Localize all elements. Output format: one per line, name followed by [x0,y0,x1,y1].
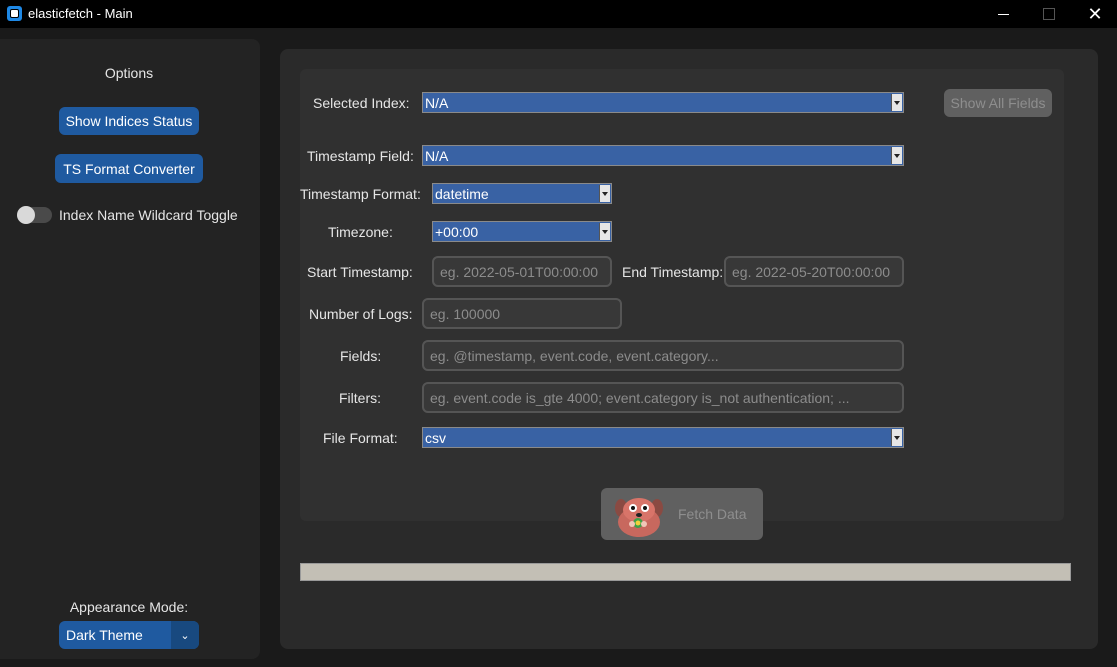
file-format-value: csv [425,430,446,446]
ts-format-converter-button[interactable]: TS Format Converter [55,154,203,183]
toggle-knob [17,206,35,224]
appearance-mode-label: Appearance Mode: [69,599,189,615]
start-timestamp-label: Start Timestamp: [307,264,413,280]
dog-mascot-icon [615,498,663,537]
fields-input[interactable]: eg. @timestamp, event.code, event.catego… [422,340,904,371]
sidebar: Options Show Indices Status TS Format Co… [0,39,260,659]
filters-input[interactable]: eg. event.code is_gte 4000; event.catego… [422,382,904,413]
number-of-logs-label: Number of Logs: [309,306,413,322]
end-timestamp-label: End Timestamp: [622,264,724,280]
dropdown-arrow-icon[interactable] [599,185,610,202]
timezone-select[interactable]: +00:00 [432,221,612,242]
timestamp-format-select[interactable]: datetime [432,183,612,204]
timestamp-field-label: Timestamp Field: [307,148,414,164]
app-icon [7,6,22,21]
timestamp-format-value: datetime [435,186,489,202]
query-form-panel: Selected Index: N/A Show All Fields Time… [300,69,1064,521]
minimize-button[interactable] [980,0,1026,28]
show-indices-status-button[interactable]: Show Indices Status [59,107,199,135]
appearance-mode-select[interactable]: Dark Theme ⌄ [59,621,199,649]
chevron-down-icon[interactable]: ⌄ [171,621,199,649]
progress-bar [300,563,1071,581]
selected-index-select[interactable]: N/A [422,92,904,113]
timestamp-format-label: Timestamp Format: [300,186,421,202]
timezone-label: Timezone: [328,224,393,240]
file-format-label: File Format: [323,430,398,446]
title-bar: elasticfetch - Main ✕ [0,0,1117,28]
fetch-data-label: Fetch Data [678,506,747,522]
wildcard-toggle-label: Index Name Wildcard Toggle [59,207,238,223]
dropdown-arrow-icon[interactable] [599,223,610,240]
index-name-wildcard-toggle[interactable] [17,206,52,224]
show-all-fields-button[interactable]: Show All Fields [944,89,1052,117]
close-button[interactable]: ✕ [1072,0,1117,28]
end-timestamp-input[interactable]: eg. 2022-05-20T00:00:00 [724,256,904,287]
selected-index-value: N/A [425,95,449,111]
fetch-data-button[interactable]: Fetch Data [601,488,763,540]
timestamp-field-value: N/A [425,148,449,164]
filters-label: Filters: [339,390,381,406]
fields-label: Fields: [340,348,382,364]
file-format-select[interactable]: csv [422,427,904,448]
window-title: elasticfetch - Main [28,6,133,21]
timezone-value: +00:00 [435,224,479,240]
maximize-button[interactable] [1026,0,1072,28]
dropdown-arrow-icon[interactable] [891,429,902,446]
appearance-mode-value: Dark Theme [66,627,143,643]
dropdown-arrow-icon[interactable] [891,147,902,164]
start-timestamp-input[interactable]: eg. 2022-05-01T00:00:00 [432,256,612,287]
number-of-logs-input[interactable]: eg. 100000 [422,298,622,329]
selected-index-label: Selected Index: [313,95,410,111]
main-panel: Selected Index: N/A Show All Fields Time… [280,49,1098,649]
dropdown-arrow-icon[interactable] [891,94,902,111]
options-heading: Options [104,65,154,81]
timestamp-field-select[interactable]: N/A [422,145,904,166]
